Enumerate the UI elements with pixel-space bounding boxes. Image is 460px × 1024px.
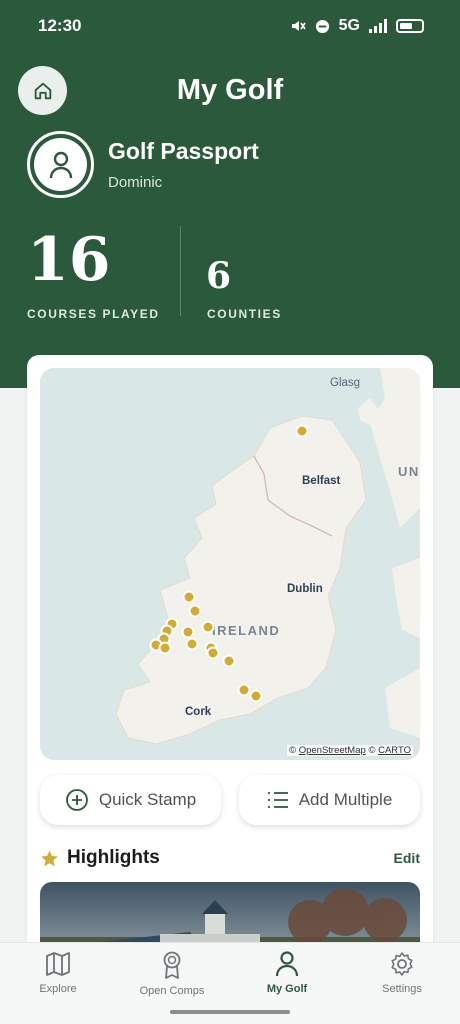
star-icon <box>41 850 58 866</box>
status-icons: 5G <box>290 17 424 35</box>
highlights-title: Highlights <box>67 847 160 868</box>
tab-explore-label: Explore <box>39 983 77 995</box>
courses-played-count: 16 <box>27 225 111 295</box>
status-time: 12:30 <box>38 16 82 35</box>
tab-settings[interactable]: Settings <box>352 951 452 995</box>
quick-stamp-label: Quick Stamp <box>98 790 197 809</box>
course-marker[interactable] <box>188 604 202 618</box>
quick-stamp-button[interactable]: Quick Stamp <box>40 775 221 825</box>
course-marker[interactable] <box>237 683 251 697</box>
course-marker[interactable] <box>206 646 220 660</box>
passport-title: Golf Passport <box>108 138 259 164</box>
dnd-icon <box>315 19 329 33</box>
avatar[interactable] <box>27 131 94 198</box>
page-title: My Golf <box>176 74 284 106</box>
award-icon <box>163 951 181 979</box>
passport-card: Glasg UN Belfast Dublin IRELAND Cork © O… <box>27 355 433 955</box>
home-indicator[interactable] <box>170 1010 290 1014</box>
signal-icon <box>369 19 387 33</box>
tab-my-golf-label: My Golf <box>266 983 308 995</box>
courses-played-label: COURSES PLAYED <box>27 307 160 321</box>
list-icon <box>267 792 288 808</box>
stats-divider <box>180 226 181 316</box>
tab-open-comps[interactable]: Open Comps <box>122 951 222 997</box>
course-marker[interactable] <box>249 689 263 703</box>
add-multiple-label: Add Multiple <box>298 790 393 809</box>
mute-icon <box>291 21 306 31</box>
map-icon <box>46 952 70 976</box>
add-multiple-button[interactable]: Add Multiple <box>239 775 420 825</box>
tab-settings-label: Settings <box>382 983 422 995</box>
courses-map[interactable]: Glasg UN Belfast Dublin IRELAND Cork © O… <box>40 368 420 760</box>
counties-count: 6 <box>206 255 232 297</box>
course-marker[interactable] <box>182 590 196 604</box>
battery-icon <box>396 19 424 33</box>
course-marker[interactable] <box>181 625 195 639</box>
highlights-edit-link[interactable]: Edit <box>394 850 420 866</box>
tab-open-comps-label: Open Comps <box>139 985 205 997</box>
gear-icon <box>391 952 413 976</box>
network-label: 5G <box>338 17 360 34</box>
course-marker[interactable] <box>185 637 199 651</box>
plus-circle-icon <box>65 789 88 811</box>
course-marker[interactable] <box>201 620 215 634</box>
person-icon <box>275 951 299 977</box>
course-markers <box>149 424 309 703</box>
person-icon <box>49 151 72 178</box>
passport-username: Dominic <box>108 174 163 191</box>
status-bar: 12:30 5G <box>38 14 424 38</box>
tab-explore[interactable]: Explore <box>8 951 108 995</box>
profile-header: 12:30 5G My Golf Golf Passport Dominic 1… <box>0 0 460 388</box>
counties-label: COUNTIES <box>207 307 282 321</box>
course-marker[interactable] <box>222 654 236 668</box>
course-marker[interactable] <box>158 641 172 655</box>
tab-my-golf[interactable]: My Golf <box>237 951 337 995</box>
course-marker[interactable] <box>295 424 309 438</box>
highlights-header: Highlights Edit <box>40 847 420 869</box>
